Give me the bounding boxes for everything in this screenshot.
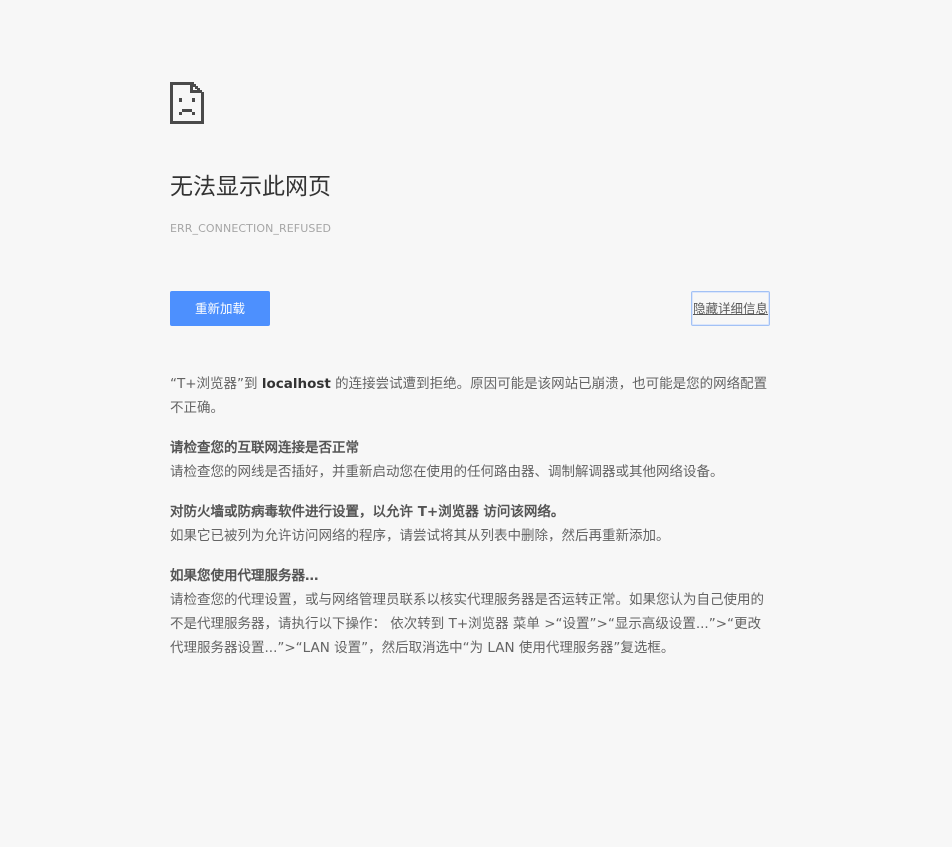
suggestion-body-connection: 请检查您的网线是否插好，并重新启动您在使用的任何路由器、调制解调器或其他网络设备… (170, 464, 724, 480)
page-title: 无法显示此网页 (170, 174, 331, 200)
suggestion-title-connection: 请检查您的互联网连接是否正常 (170, 440, 359, 456)
error-code: ERR_CONNECTION_REFUSED (170, 222, 332, 235)
error-description: “T+浏览器”到 localhost 的连接尝试遭到拒绝。原因可能是该网站已崩溃… (170, 372, 770, 420)
suggestion-title-firewall: 对防火墙或防病毒软件进行设置，以允许 T+浏览器 访问该网络。 (170, 504, 565, 520)
suggestion-body-proxy: 请检查您的代理设置，或与网络管理员联系以核实代理服务器是否运转正常。如果您认为自… (170, 592, 764, 656)
description-prefix: “T+浏览器”到 (170, 376, 262, 392)
suggestion-title-proxy: 如果您使用代理服务器… (170, 568, 319, 584)
host-name: localhost (261, 376, 331, 392)
error-page: 无法显示此网页 ERR_CONNECTION_REFUSED 重新加载 隐藏详细… (0, 0, 952, 847)
hide-details-button[interactable]: 隐藏详细信息 (690, 291, 770, 326)
sad-page-icon (170, 82, 204, 124)
error-details: “T+浏览器”到 localhost 的连接尝试遭到拒绝。原因可能是该网站已崩溃… (170, 372, 770, 676)
suggestion-body-firewall: 如果它已被列为允许访问网络的程序，请尝试将其从列表中删除，然后再重新添加。 (170, 528, 670, 544)
reload-button[interactable]: 重新加载 (170, 291, 270, 326)
